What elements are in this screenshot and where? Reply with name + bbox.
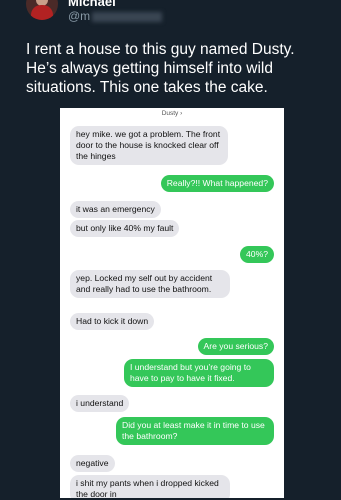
message-outgoing: Are you serious? <box>197 338 274 355</box>
handle-redaction <box>92 11 163 22</box>
avatar[interactable] <box>26 0 58 20</box>
message-incoming: hey mike. we got a problem. The front do… <box>70 126 228 165</box>
message-outgoing: Really?!! What happened? <box>160 175 274 192</box>
contact-name: Dusty › <box>161 110 183 117</box>
avatar-body <box>31 5 53 20</box>
tweet-header: Michael @m <box>0 0 341 32</box>
message-incoming: but only like 40% my fault <box>70 220 180 237</box>
author-handle[interactable]: @m <box>68 9 163 23</box>
author-name[interactable]: Michael <box>68 0 116 9</box>
message-outgoing: Did you at least make it in time to use … <box>116 417 274 445</box>
message-screenshot[interactable]: Dusty › hey mike. we got a problem. The … <box>60 108 284 500</box>
message-incoming: it was an emergency <box>70 201 161 218</box>
message-incoming: Had to kick it down <box>70 313 155 330</box>
message-incoming: i shit my pants when i dropped kicked th… <box>70 475 230 500</box>
message-incoming: negative <box>70 455 115 472</box>
tweet-text: I rent a house to this guy named Dusty. … <box>26 41 295 96</box>
message-incoming: i understand <box>70 395 130 412</box>
message-incoming: yep. Locked my self out by accident and … <box>70 270 230 298</box>
message-outgoing: 40%? <box>240 246 274 263</box>
message-outgoing: I understand but you’re going to have to… <box>124 359 274 387</box>
handle-prefix: @m <box>68 9 91 23</box>
